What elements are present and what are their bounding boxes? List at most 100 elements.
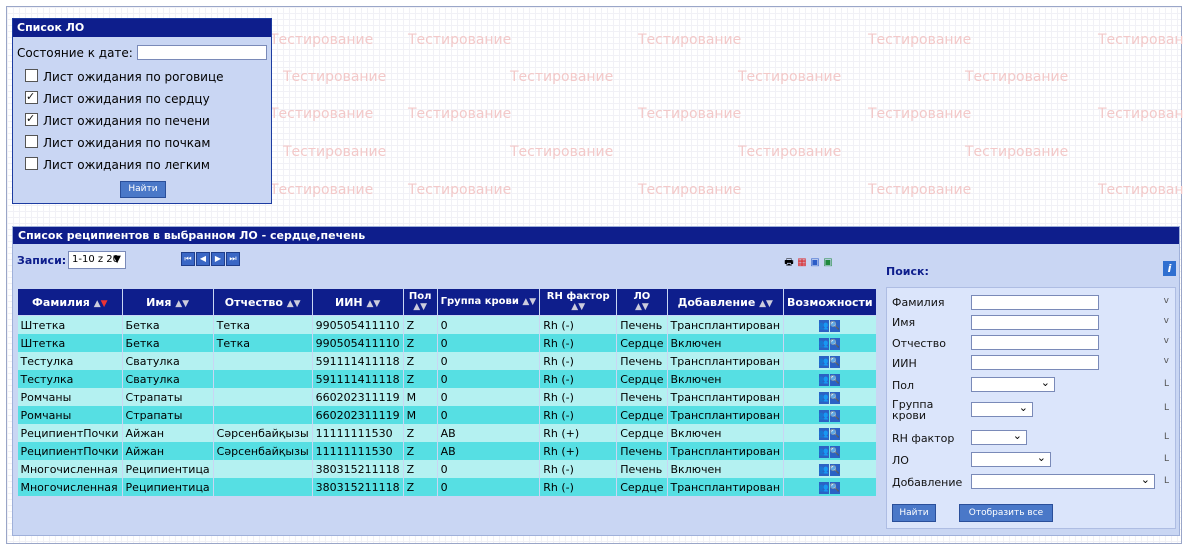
search-icon[interactable]: 🔍 [829,464,840,476]
expand-icon[interactable]: v [1164,356,1169,366]
sort-icon[interactable]: ▲▼ [366,299,380,309]
users-icon[interactable]: 👥 [818,320,829,332]
pdf-icon[interactable]: ▦ [796,256,808,269]
table-cell: Rh (-) [539,352,618,370]
table-row[interactable]: Многочисленная Реципиентица 380315211118 Z 0… [17,460,877,478]
added-select[interactable]: ⌄ [971,473,1155,489]
sort-icon[interactable]: ▲▼ [287,299,301,309]
table-row[interactable]: Ромчаны Страпаты 660202311119 M 0 Rh (-) Печен… [17,388,877,406]
action-icons: 👥🔍 [818,426,841,440]
iin-input[interactable] [971,355,1099,370]
lo-option-heart[interactable]: Лист ожидания по сердцу [25,89,210,107]
users-icon[interactable]: 👥 [818,374,829,386]
next-page-icon[interactable]: ▶ [211,252,225,266]
table-row[interactable]: Штетка Бетка Тетка 990505411110 Z 0 Rh (-) Пече… [17,315,877,334]
rh-select[interactable]: ⌄ [971,429,1027,445]
first-page-icon[interactable]: ⏮ [181,252,195,266]
users-icon[interactable]: 👥 [818,428,829,440]
sort-asc-icon[interactable]: ▲ [94,299,101,309]
patronymic-input[interactable] [971,335,1099,350]
records-select[interactable]: 1-10 z 20 ▼ [68,251,126,269]
search-icon[interactable]: 🔍 [829,410,840,422]
col-patronymic[interactable]: Отчество ▲▼ [212,288,313,316]
table-cell [213,370,313,388]
table-row[interactable]: РеципиентПочки Айжан Сәрсенбайқызы 11111111… [17,442,877,460]
users-icon[interactable]: 👥 [818,482,829,494]
sort-icon[interactable]: ▲▼ [175,299,189,309]
table-row[interactable]: Тестулка Сватулка 591111411118 Z 0 Rh (-) Серд… [17,370,877,388]
collapse-icon[interactable]: L [1164,454,1169,464]
chevron-down-icon: ⌄ [1018,401,1028,414]
expand-icon[interactable]: v [1164,336,1169,346]
search-icon[interactable]: 🔍 [829,482,840,494]
search-find-button[interactable]: Найти [892,504,936,522]
sort-desc-icon[interactable]: ▼ [101,299,108,309]
collapse-icon[interactable]: L [1164,403,1169,413]
table-cell: Сватулка [122,352,214,370]
sort-icon[interactable]: ▲▼ [571,302,585,312]
table-row[interactable]: Штетка Бетка Тетка 990505411110 Z 0 Rh (-) Серд… [17,334,877,352]
prev-page-icon[interactable]: ◀ [196,252,210,266]
collapse-icon[interactable]: L [1164,476,1169,486]
expand-icon[interactable]: v [1164,316,1169,326]
users-icon[interactable]: 👥 [818,446,829,458]
search-icon[interactable]: 🔍 [829,446,840,458]
users-icon[interactable]: 👥 [818,392,829,404]
table-cell: Rh (-) [539,370,618,388]
search-icon[interactable]: 🔍 [829,338,840,350]
search-icon[interactable]: 🔍 [829,320,840,332]
sort-icon[interactable]: ▲▼ [522,297,536,307]
expand-icon[interactable]: v [1164,296,1169,306]
checkbox[interactable] [25,157,38,170]
search-icon[interactable]: 🔍 [829,428,840,440]
users-icon[interactable]: 👥 [818,410,829,422]
print-icon[interactable]: 🖶 [783,256,795,269]
lo-option-liver[interactable]: Лист ожидания по печени [25,111,210,129]
collapse-icon[interactable]: L [1164,379,1169,389]
col-sex[interactable]: Пол ▲▼ [402,288,438,316]
col-iin[interactable]: ИИН ▲▼ [311,288,404,316]
checkbox[interactable] [25,111,38,127]
col-lo[interactable]: ЛО ▲▼ [616,288,668,316]
users-icon[interactable]: 👥 [818,464,829,476]
checkbox[interactable] [25,89,38,105]
sort-icon[interactable]: ▲▼ [759,299,773,309]
users-icon[interactable]: 👥 [818,356,829,368]
col-blood-group[interactable]: Группа крови ▲▼ [436,288,541,316]
sex-select[interactable]: ⌄ [971,376,1055,392]
excel-icon[interactable]: ▣ [822,256,834,269]
sort-icon[interactable]: ▲▼ [635,302,649,312]
table-row[interactable]: Многочисленная Реципиентица 380315211118 Z 0… [17,478,877,496]
search-icon[interactable]: 🔍 [829,392,840,404]
table-row[interactable]: Тестулка Сватулка 591111411118 Z 0 Rh (-) Пече… [17,352,877,370]
info-icon[interactable]: i [1163,261,1176,276]
lo-find-button[interactable]: Найти [120,181,166,198]
blood-group-select[interactable]: ⌄ [971,401,1033,417]
table-row[interactable]: Ромчаны Страпаты 660202311119 M 0 Rh (-) Сердц… [17,406,877,424]
lo-option-cornea[interactable]: Лист ожидания по роговице [25,69,224,85]
checkbox[interactable] [25,135,38,148]
name-input[interactable] [971,315,1099,330]
show-all-button[interactable]: Отобразить все [959,504,1053,522]
col-rh[interactable]: RH фактор ▲▼ [539,288,618,316]
lo-select[interactable]: ⌄ [971,451,1051,467]
last-page-icon[interactable]: ⏭ [226,252,240,266]
table-row[interactable]: РеципиентПочки Айжан Сәрсенбайқызы 11111111… [17,424,877,442]
lo-option-lungs[interactable]: Лист ожидания по легким [25,157,210,173]
users-icon[interactable]: 👥 [818,338,829,350]
word-icon[interactable]: ▣ [809,256,821,269]
table-cell: Rh (-) [539,478,618,496]
col-name[interactable]: Имя ▲▼ [121,288,214,316]
chevron-down-icon: ▼ [113,254,121,265]
col-added[interactable]: Добавление ▲▼ [666,288,785,316]
lo-option-kidney[interactable]: Лист ожидания по почкам [25,135,210,151]
search-icon[interactable]: 🔍 [829,356,840,368]
search-icon[interactable]: 🔍 [829,374,840,386]
surname-input[interactable] [971,295,1099,310]
sort-icon[interactable]: ▲▼ [413,302,427,312]
table-cell: Ромчаны [17,406,123,424]
checkbox[interactable] [25,69,38,82]
date-input[interactable] [137,45,267,60]
col-surname[interactable]: Фамилия ▲▼ [17,288,123,316]
collapse-icon[interactable]: L [1164,432,1169,442]
